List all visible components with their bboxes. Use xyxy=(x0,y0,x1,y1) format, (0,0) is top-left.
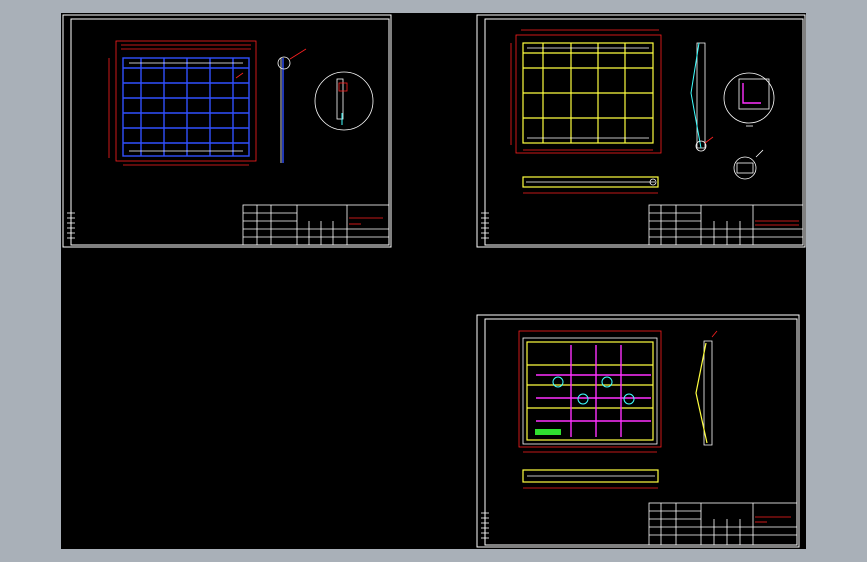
sheet-1-plan-view xyxy=(108,40,257,166)
sheet-1[interactable] xyxy=(62,14,392,248)
sheet-2-section-view xyxy=(522,176,659,194)
sheet-3-section-view xyxy=(522,469,659,489)
sheet-1-title-block xyxy=(242,204,390,246)
sheet-2-border xyxy=(476,14,806,248)
sheet-3-plan-view xyxy=(518,330,662,453)
sheet-1-detail-view xyxy=(314,71,374,131)
sheet-2-plan-view xyxy=(510,29,662,154)
sheet-3[interactable] xyxy=(476,314,800,548)
sheet-2-side-view xyxy=(690,42,714,152)
sheet-2[interactable] xyxy=(476,14,806,248)
sheet-3-title-block xyxy=(648,502,798,546)
sheet-2-detail-view-a xyxy=(723,72,775,127)
sheet-2-title-block xyxy=(648,204,804,246)
sheet-1-inner-frame xyxy=(70,18,390,246)
sheet-1-border xyxy=(62,14,392,248)
sheet-1-side-view xyxy=(277,48,307,163)
sheet-3-border xyxy=(476,314,800,548)
sheet-3-inner-frame xyxy=(484,318,798,546)
sheet-3-side-view xyxy=(695,330,718,446)
sheet-2-detail-view-b xyxy=(733,149,764,180)
cad-drawing-viewport[interactable] xyxy=(61,13,806,549)
